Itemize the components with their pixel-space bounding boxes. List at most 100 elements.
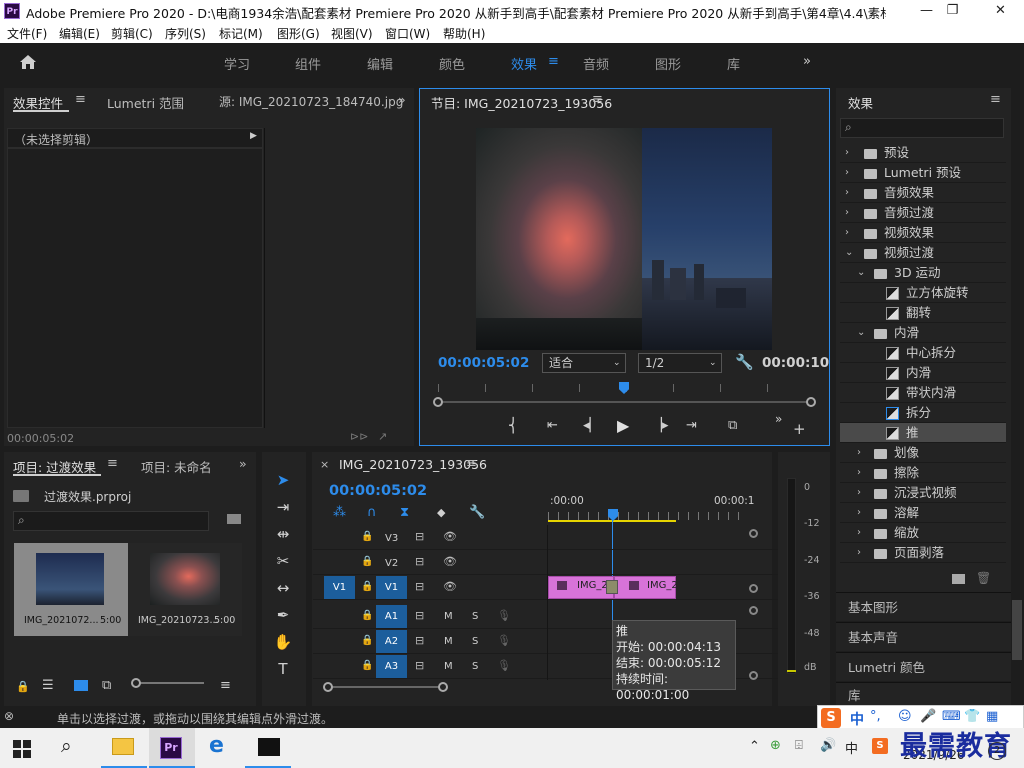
search-icon[interactable]: ⌕ [61,735,72,757]
razor-tool-icon[interactable]: ✂ [270,550,296,572]
resolution-dropdown[interactable]: 1/2 ⌄ [638,353,722,373]
icon-view-icon[interactable] [74,680,88,691]
grid-icon[interactable]: ▦ [986,709,998,724]
zoom-slider[interactable] [131,678,204,688]
export-frame-icon[interactable]: ⊳⊳ [350,430,368,443]
add-marker-icon[interactable]: ◆ [437,506,445,519]
chevron-right-icon[interactable]: › [845,203,849,223]
show-hidden-icons-icon[interactable]: ⌃ [749,739,760,754]
effects-item[interactable]: 翻转 [840,303,1006,323]
microphone-icon[interactable]: 🎙 [497,634,511,647]
close-sequence-icon[interactable]: × [320,458,329,471]
tab-lumetri-scopes[interactable]: Lumetri 范围 [107,93,184,112]
program-video-frame[interactable] [476,128,772,350]
solo-button[interactable]: S [472,661,478,672]
vertical-scroll-handle[interactable] [749,529,758,538]
source-panel-overflow-icon[interactable]: » [398,92,406,107]
selection-tool-icon[interactable]: ➤ [270,469,296,491]
track-lock-icon[interactable]: 🔒 [361,610,373,621]
chevron-right-icon[interactable]: › [857,543,861,563]
lumetri-color-section[interactable]: Lumetri 颜色 [836,652,1011,681]
effects-item[interactable]: › 音频过渡 [840,203,1006,223]
solo-button[interactable]: S [472,636,478,647]
tray-security-icon[interactable]: ⊕ [770,738,781,753]
ime-language[interactable]: 中 [850,709,864,729]
step-forward-icon[interactable]: ▕▸ [652,418,669,433]
track-target-a2[interactable]: A2 [376,630,407,653]
play-icon[interactable]: ▶ [617,416,629,435]
solo-button[interactable]: S [472,611,478,622]
taskbar-edge[interactable]: e [197,728,243,768]
chevron-right-icon[interactable]: › [845,143,849,163]
sync-lock-icon[interactable]: ⊟ [415,634,424,647]
home-icon[interactable] [18,52,38,72]
effects-item[interactable]: › 缩放 [840,523,1006,543]
workspace-assembly[interactable]: 组件 [295,54,321,73]
nest-icon[interactable]: ⁂ [333,505,346,520]
play-only-icon[interactable]: ▶ [250,131,257,141]
workspace-effects[interactable]: 效果 [511,54,537,73]
workspace-learn[interactable]: 学习 [224,54,250,73]
track-lock-icon[interactable]: 🔒 [361,660,373,671]
delete-icon[interactable]: 🗑 [976,571,991,585]
effects-item[interactable]: › 擦除 [840,463,1006,483]
eye-icon[interactable]: 👁 [443,580,457,593]
taskbar-file-explorer[interactable] [101,728,147,768]
track-lock-icon[interactable]: 🔒 [361,556,373,567]
effects-item[interactable]: 立方体旋转 [840,283,1006,303]
mark-in-icon[interactable]: ⎨ [508,418,519,434]
close-button[interactable]: ✕ [978,0,1023,22]
chevron-right-icon[interactable]: › [845,183,849,203]
snap-icon[interactable]: ∩ [367,505,377,520]
windows-start-icon[interactable] [13,740,31,758]
effects-item[interactable]: 中心拆分 [840,343,1006,363]
sync-lock-icon[interactable]: ⊟ [415,659,424,672]
sort-icon[interactable]: ≡ [220,678,231,693]
track-target-a1[interactable]: A1 [376,605,407,628]
new-custom-bin-icon[interactable] [952,574,965,584]
effects-item[interactable]: ⌄ 内滑 [840,323,1006,343]
effects-item[interactable]: 拆分 [840,403,1006,423]
track-target-v1[interactable]: V1 [376,576,407,599]
menu-sequence[interactable]: 序列(S) [165,25,206,42]
overflow-icon[interactable]: » [775,412,782,426]
track-select-tool-icon[interactable]: ⇥ [270,496,296,518]
essential-sound-section[interactable]: 基本声音 [836,622,1011,651]
workspace-audio[interactable]: 音频 [583,54,609,73]
tab-source[interactable]: 源: IMG_20210723_184740.jpg [219,93,403,110]
sync-lock-icon[interactable]: ⊟ [415,609,424,622]
program-current-timecode[interactable]: 00:00:05:02 [438,355,529,371]
effects-item[interactable]: › 预设 [840,143,1006,163]
maximize-button[interactable]: ❐ [930,0,975,22]
chevron-right-icon[interactable]: › [845,163,849,183]
slip-tool-icon[interactable]: ↔ [270,577,296,599]
libraries-section[interactable]: 库 [836,682,1011,707]
microphone-icon[interactable]: 🎙 [497,659,511,672]
chevron-down-icon[interactable]: ⌄ [845,243,853,263]
ripple-edit-tool-icon[interactable]: ⇹ [270,523,296,545]
menu-edit[interactable]: 编辑(E) [59,25,100,42]
mute-button[interactable]: M [444,636,453,647]
mute-button[interactable]: M [444,611,453,622]
effects-item[interactable]: › 划像 [840,443,1006,463]
effects-item[interactable]: › 溶解 [840,503,1006,523]
add-button-icon[interactable]: + [793,420,806,438]
program-scrubber[interactable] [432,380,818,407]
workspace-effects-menu-icon[interactable]: ≡ [548,54,559,69]
workspace-editing[interactable]: 编辑 [367,54,393,73]
effects-item[interactable]: › 页面剥落 [840,543,1006,563]
network-icon[interactable]: ⌹ [795,738,803,753]
chevron-down-icon[interactable]: ⌄ [857,263,865,283]
step-back-icon[interactable]: ◂▏ [583,418,600,433]
pen-tool-icon[interactable]: ✒ [270,604,296,626]
horizontal-scroll-handle[interactable] [438,682,448,692]
effects-item[interactable]: 内滑 [840,363,1006,383]
sequence-menu-icon[interactable]: ≡ [466,456,477,471]
track-lock-icon[interactable]: 🔒 [361,581,373,592]
ime-indicator[interactable]: 中 [845,738,858,757]
track-target-a3[interactable]: A3 [376,655,407,678]
menu-window[interactable]: 窗口(W) [385,25,430,42]
project-search-input[interactable]: ⌕ [13,511,209,531]
effects-item[interactable]: ⌄ 视频过渡 [840,243,1006,263]
source-patch-v1[interactable]: V1 [324,576,355,599]
